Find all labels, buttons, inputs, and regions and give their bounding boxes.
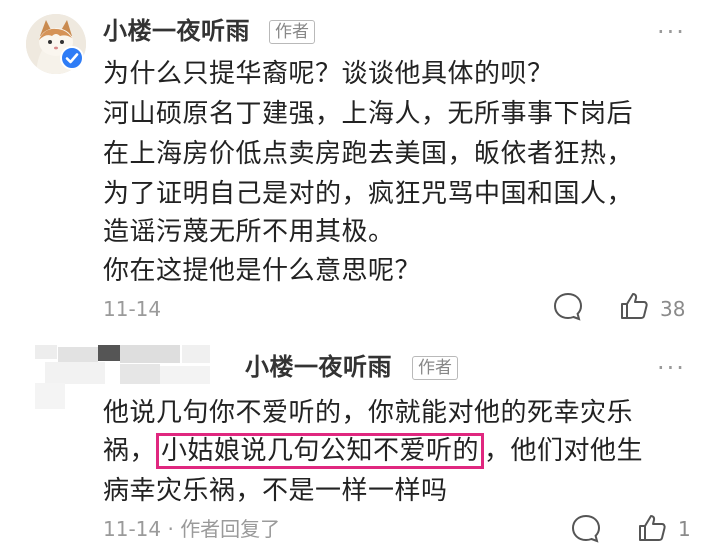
like-count: 38	[660, 297, 686, 321]
reply-line: 祸， 小姑娘说几句公知不爱听的 ，他们对他生	[103, 433, 643, 469]
blurred-avatar	[35, 383, 65, 409]
comment-line: 为什么只提华裔呢？谈谈他具体的呗？	[103, 59, 554, 89]
reply-bubble-icon[interactable]	[570, 512, 602, 544]
reply-line-suffix: ，他们对他生	[484, 436, 644, 466]
reply-line-prefix: 祸，	[103, 436, 157, 466]
blurred-avatar	[45, 362, 105, 384]
verified-check-icon	[60, 46, 84, 70]
author-badge: 作者	[269, 20, 315, 44]
blurred-avatar	[160, 366, 210, 384]
reply-line: 他说几句你不爱听的，你就能对他的死幸灾乐	[103, 398, 634, 428]
comment-line: 河山硕原名丁建强，上海人，无所事事下岗后	[103, 99, 634, 129]
like-count: 1	[678, 517, 691, 541]
comment-author-name[interactable]: 小楼一夜听雨	[103, 16, 250, 46]
blurred-avatar	[120, 364, 160, 384]
reply-author-name[interactable]: 小楼一夜听雨	[245, 352, 392, 382]
like-thumb-icon[interactable]	[636, 512, 668, 544]
comment-line: 造谣污蔑无所不用其极。	[103, 217, 395, 247]
comment-line: 在上海房价低点卖房跑去美国，皈依者狂热，	[103, 139, 634, 169]
reply-line: 病幸灾乐祸，不是一样一样吗	[103, 476, 448, 506]
blurred-avatar	[98, 345, 120, 361]
blurred-avatar	[35, 345, 57, 359]
reply-bubble-icon[interactable]	[552, 290, 584, 322]
comment-line: 为了证明自己是对的，疯狂咒骂中国和国人，	[103, 179, 634, 209]
blurred-avatar	[182, 345, 210, 363]
author-badge: 作者	[412, 356, 458, 380]
more-icon[interactable]: ···	[657, 18, 686, 46]
comment-date: 11-14	[103, 297, 162, 321]
more-icon[interactable]: ···	[657, 354, 686, 382]
blurred-avatar	[120, 345, 180, 363]
like-thumb-icon[interactable]	[618, 290, 650, 322]
highlighted-phrase: 小姑娘说几句公知不爱听的	[156, 433, 485, 469]
reply-meta: 11-14 · 作者回复了	[103, 517, 281, 541]
comment-line: 你在这提他是什么意思呢？	[103, 256, 422, 286]
